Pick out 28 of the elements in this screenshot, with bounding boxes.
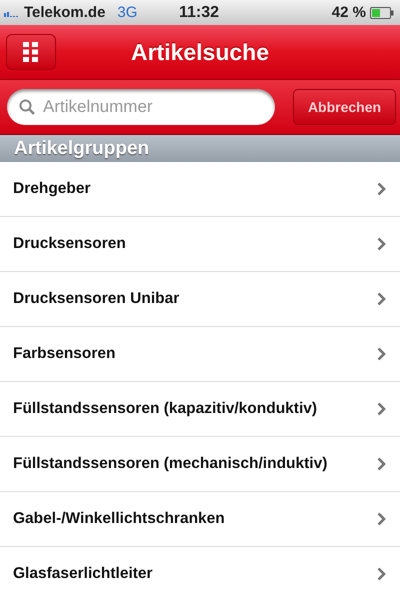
cancel-button[interactable]: Abbrechen <box>293 89 396 125</box>
list-item[interactable]: Glasfaserlichtleiter <box>0 547 400 600</box>
list-item[interactable]: Gabel-/Winkellichtschranken <box>0 492 400 547</box>
list-item[interactable]: Farbsensoren <box>0 327 400 382</box>
list-item[interactable]: Drehgeber <box>0 162 400 217</box>
clock-time: 11:32 <box>178 4 220 22</box>
carrier-name: Telekom.de <box>24 4 106 21</box>
chevron-icon <box>377 347 386 361</box>
list-item[interactable]: Füllstandssensoren (kapazitiv/konduktiv) <box>0 382 400 437</box>
network-type: 3G <box>117 4 138 21</box>
search-icon <box>19 99 35 115</box>
search-field[interactable]: Artikelnummer <box>7 89 275 125</box>
chevron-icon <box>377 237 386 251</box>
screen-title: Artikelsuche <box>130 38 270 66</box>
chevron-icon <box>377 292 386 306</box>
chevron-icon <box>377 512 386 526</box>
section-header: Artikelgruppen <box>0 135 400 162</box>
battery-icon <box>370 6 394 18</box>
list-item[interactable]: Drucksensoren <box>0 217 400 272</box>
battery-percent: 42 % <box>332 4 366 21</box>
list-item[interactable]: Drucksensoren Unibar <box>0 272 400 327</box>
chevron-icon <box>377 567 386 581</box>
grid-icon <box>23 42 39 62</box>
chevron-icon <box>377 402 386 416</box>
menu-button[interactable] <box>6 34 56 70</box>
chevron-icon <box>377 457 386 471</box>
chevron-icon <box>377 182 386 196</box>
list-item[interactable]: Füllstandssensoren (mechanisch/induktiv) <box>0 437 400 492</box>
